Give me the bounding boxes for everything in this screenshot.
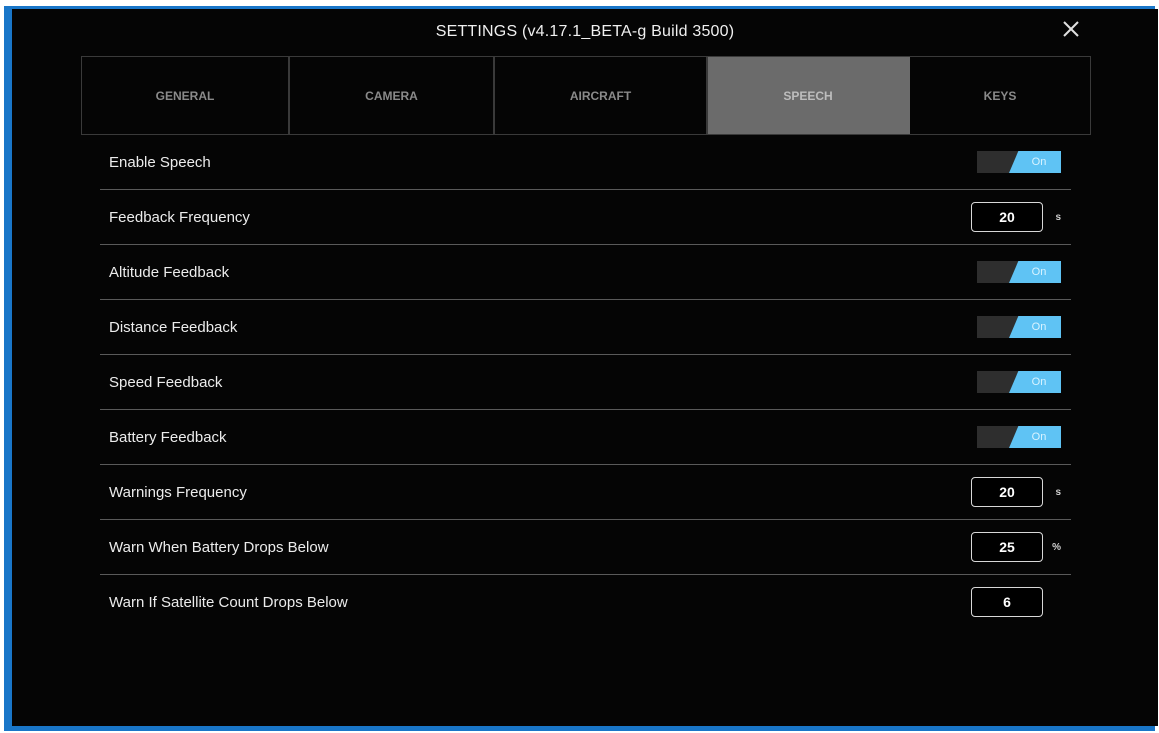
setting-label: Distance Feedback bbox=[109, 318, 238, 336]
satellite-warning-field[interactable]: 6 bbox=[971, 587, 1043, 617]
settings-tabs: GENERAL CAMERA AIRCRAFT SPEECH KEYS bbox=[81, 56, 1091, 135]
setting-row-warnings-frequency: Warnings Frequency 20 s bbox=[100, 465, 1071, 520]
setting-label: Feedback Frequency bbox=[109, 208, 250, 226]
setting-label: Warnings Frequency bbox=[109, 483, 247, 501]
setting-row-battery-warning: Warn When Battery Drops Below 25 % bbox=[100, 520, 1071, 575]
tab-speech[interactable]: SPEECH bbox=[708, 57, 910, 134]
speed-feedback-toggle[interactable]: On bbox=[977, 371, 1061, 393]
altitude-feedback-toggle[interactable]: On bbox=[977, 261, 1061, 283]
setting-label: Battery Feedback bbox=[109, 428, 227, 446]
tab-aircraft[interactable]: AIRCRAFT bbox=[495, 57, 708, 134]
setting-label: Enable Speech bbox=[109, 153, 211, 171]
setting-row-altitude-feedback: Altitude Feedback On bbox=[100, 245, 1071, 300]
tab-camera[interactable]: CAMERA bbox=[290, 57, 495, 134]
close-icon[interactable] bbox=[1060, 18, 1082, 40]
toggle-state: On bbox=[1009, 316, 1061, 338]
setting-label: Warn When Battery Drops Below bbox=[109, 538, 329, 556]
setting-row-distance-feedback: Distance Feedback On bbox=[100, 300, 1071, 355]
setting-row-enable-speech: Enable Speech On bbox=[100, 135, 1071, 190]
distance-feedback-toggle[interactable]: On bbox=[977, 316, 1061, 338]
unit-label: s bbox=[1055, 211, 1061, 223]
setting-row-speed-feedback: Speed Feedback On bbox=[100, 355, 1071, 410]
settings-dialog: SETTINGS (v4.17.1_BETA-g Build 3500) GEN… bbox=[12, 9, 1158, 726]
battery-feedback-toggle[interactable]: On bbox=[977, 426, 1061, 448]
setting-row-satellite-warning: Warn If Satellite Count Drops Below 6 bbox=[100, 575, 1071, 629]
speech-settings-list: Enable Speech On Feedback Frequency 20 s… bbox=[100, 135, 1071, 629]
setting-label: Speed Feedback bbox=[109, 373, 223, 391]
battery-warning-field[interactable]: 25 bbox=[971, 532, 1043, 562]
unit-label: s bbox=[1055, 486, 1061, 498]
tab-keys[interactable]: KEYS bbox=[910, 57, 1090, 134]
dialog-title: SETTINGS (v4.17.1_BETA-g Build 3500) bbox=[435, 23, 735, 40]
enable-speech-toggle[interactable]: On bbox=[977, 151, 1061, 173]
unit-label: % bbox=[1052, 541, 1061, 553]
warnings-frequency-field[interactable]: 20 bbox=[971, 477, 1043, 507]
toggle-state: On bbox=[1009, 426, 1061, 448]
toggle-state: On bbox=[1009, 371, 1061, 393]
feedback-frequency-field[interactable]: 20 bbox=[971, 202, 1043, 232]
tab-general[interactable]: GENERAL bbox=[82, 57, 290, 134]
setting-row-battery-feedback: Battery Feedback On bbox=[100, 410, 1071, 465]
toggle-state: On bbox=[1009, 261, 1061, 283]
setting-label: Warn If Satellite Count Drops Below bbox=[109, 593, 348, 611]
toggle-state: On bbox=[1009, 151, 1061, 173]
setting-label: Altitude Feedback bbox=[109, 263, 230, 281]
setting-row-feedback-frequency: Feedback Frequency 20 s bbox=[100, 190, 1071, 245]
